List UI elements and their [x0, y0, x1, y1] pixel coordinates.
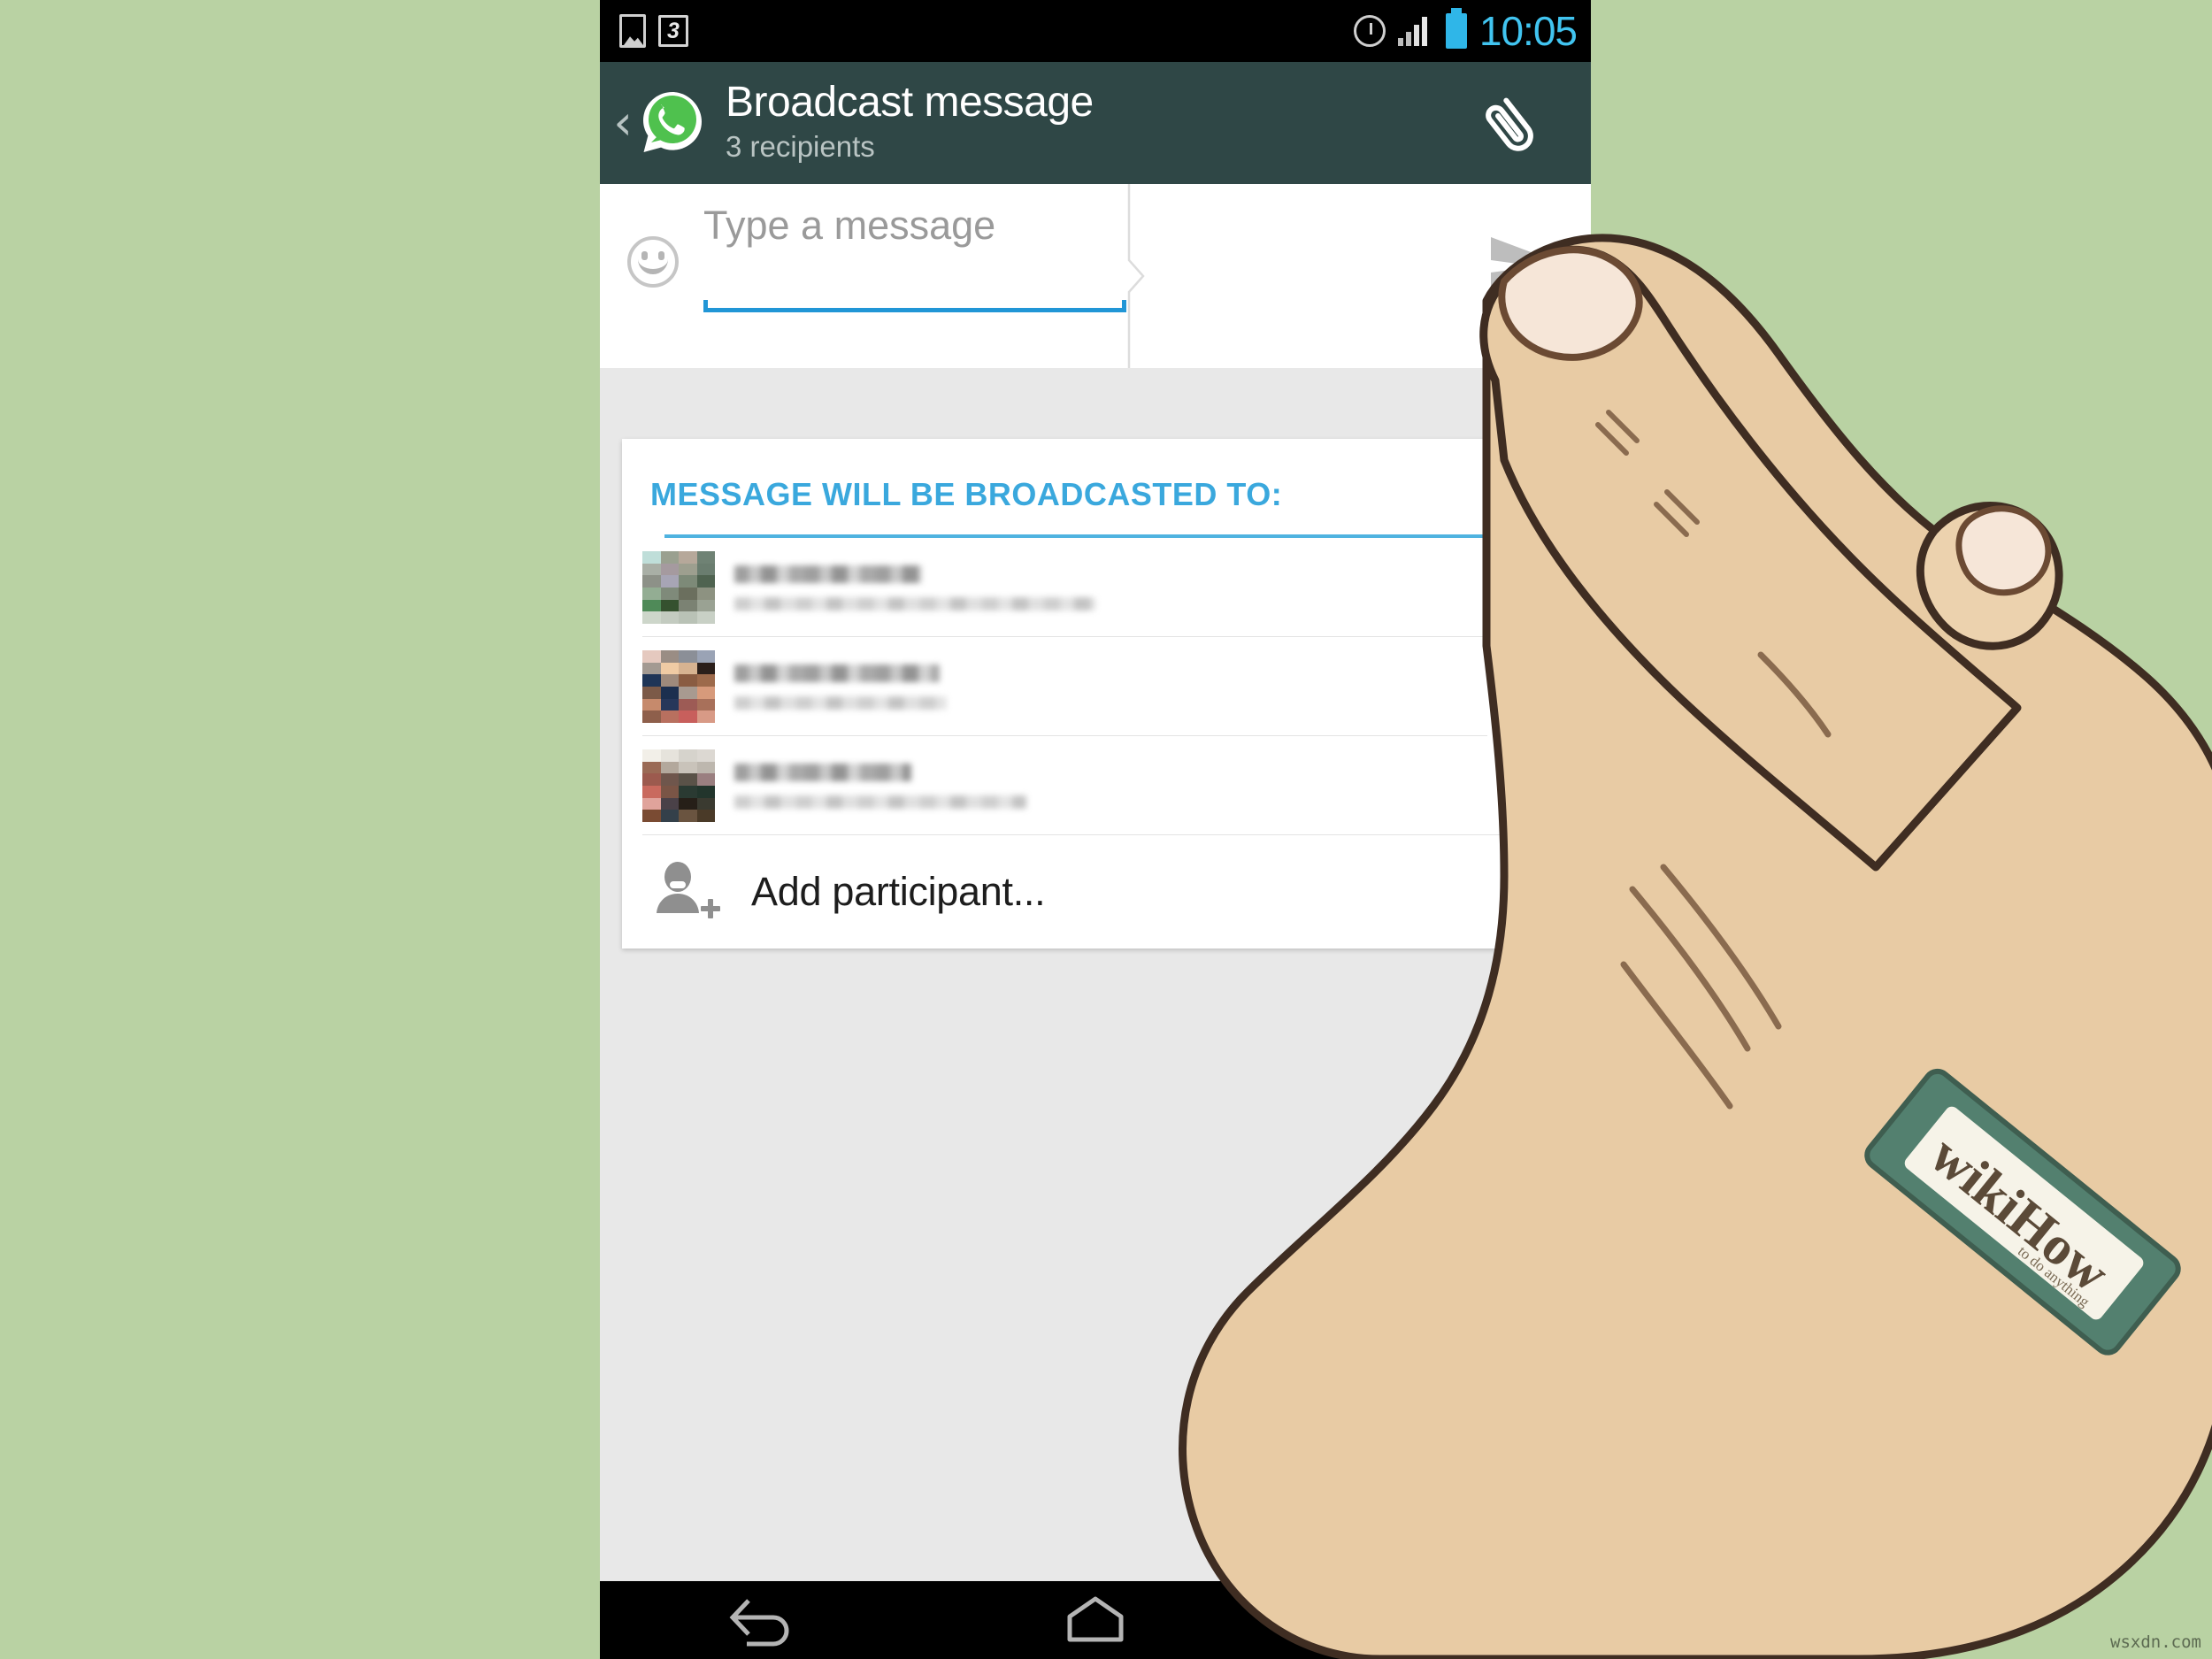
app-bar-titles: Broadcast message 3 recipients	[726, 78, 1094, 167]
recents-nav-button[interactable]	[1359, 1592, 1492, 1648]
table-row[interactable]	[622, 637, 1572, 736]
attach-button[interactable]	[1478, 86, 1552, 160]
avatar	[642, 650, 715, 723]
add-participant-row[interactable]: Add participant...	[622, 835, 1572, 949]
battery-icon	[1445, 8, 1467, 49]
send-paper-plane-icon	[1491, 237, 1569, 296]
badge-3-icon: 3	[658, 15, 688, 47]
recipient-status	[734, 795, 1026, 809]
status-bar-clock: 10:05	[1479, 8, 1578, 54]
table-row[interactable]	[622, 736, 1572, 835]
nav-back-icon	[729, 1599, 789, 1647]
status-bar-right-icons: 10:05	[1353, 8, 1591, 54]
recipient-status	[734, 695, 947, 710]
broadcast-recipients-card: MESSAGE WILL BE BROADCASTED TO: Add part…	[622, 439, 1572, 949]
nav-recents-icon	[1395, 1603, 1452, 1644]
message-compose-bar: Type a message	[600, 184, 1591, 368]
recipient-count-subtitle: 3 recipients	[726, 130, 875, 164]
recipient-name	[734, 763, 911, 781]
emoji-smiley-icon[interactable]	[627, 236, 679, 288]
recipient-list	[622, 538, 1572, 835]
add-participant-label: Add participant...	[751, 869, 1046, 914]
page-title: Broadcast message	[726, 78, 1094, 126]
recipient-text	[734, 664, 1489, 710]
paperclip-icon	[1486, 97, 1533, 151]
site-watermark: wsxdn.com	[2110, 1632, 2201, 1652]
message-input-wrapper[interactable]: Type a message	[703, 203, 1126, 312]
table-row[interactable]	[622, 538, 1572, 637]
recipient-name	[734, 565, 922, 583]
card-header-label: MESSAGE WILL BE BROADCASTED TO:	[650, 476, 1283, 512]
phone-screen: 3 10:05 ‹ Broadcast message 3 recipients	[600, 0, 1591, 1659]
avatar	[642, 551, 715, 624]
wristband-tagline-label: to do anything	[2015, 1242, 2093, 1310]
back-button[interactable]: ‹	[600, 99, 637, 147]
recipient-text	[734, 565, 1489, 611]
person-add-icon	[650, 860, 721, 924]
alarm-icon	[1353, 15, 1386, 47]
recipient-text	[734, 763, 1489, 809]
home-nav-button[interactable]	[1029, 1592, 1162, 1648]
back-nav-button[interactable]	[699, 1592, 832, 1648]
gallery-icon	[619, 14, 646, 48]
wristband-brand-label: wikiHow	[1919, 1125, 2121, 1304]
whatsapp-logo-icon	[639, 89, 706, 157]
card-header: MESSAGE WILL BE BROADCASTED TO:	[622, 439, 1572, 538]
nav-home-icon	[1067, 1596, 1124, 1642]
recipient-status	[734, 596, 1095, 611]
row-separator	[642, 834, 1556, 835]
compose-divider	[1127, 184, 1156, 368]
android-nav-bar	[600, 1581, 1591, 1659]
status-bar-left-icons: 3	[600, 14, 688, 48]
close-icon[interactable]	[1489, 751, 1558, 820]
app-bar: ‹ Broadcast message 3 recipients	[600, 62, 1591, 184]
recipient-name	[734, 664, 940, 682]
close-icon[interactable]	[1489, 553, 1558, 622]
close-icon[interactable]	[1489, 652, 1558, 721]
avatar	[642, 749, 715, 822]
signal-icon	[1397, 16, 1433, 46]
input-underline	[703, 300, 1126, 312]
message-input-placeholder: Type a message	[703, 203, 996, 248]
android-status-bar: 3 10:05	[600, 0, 1591, 62]
send-button[interactable]	[1481, 227, 1578, 306]
